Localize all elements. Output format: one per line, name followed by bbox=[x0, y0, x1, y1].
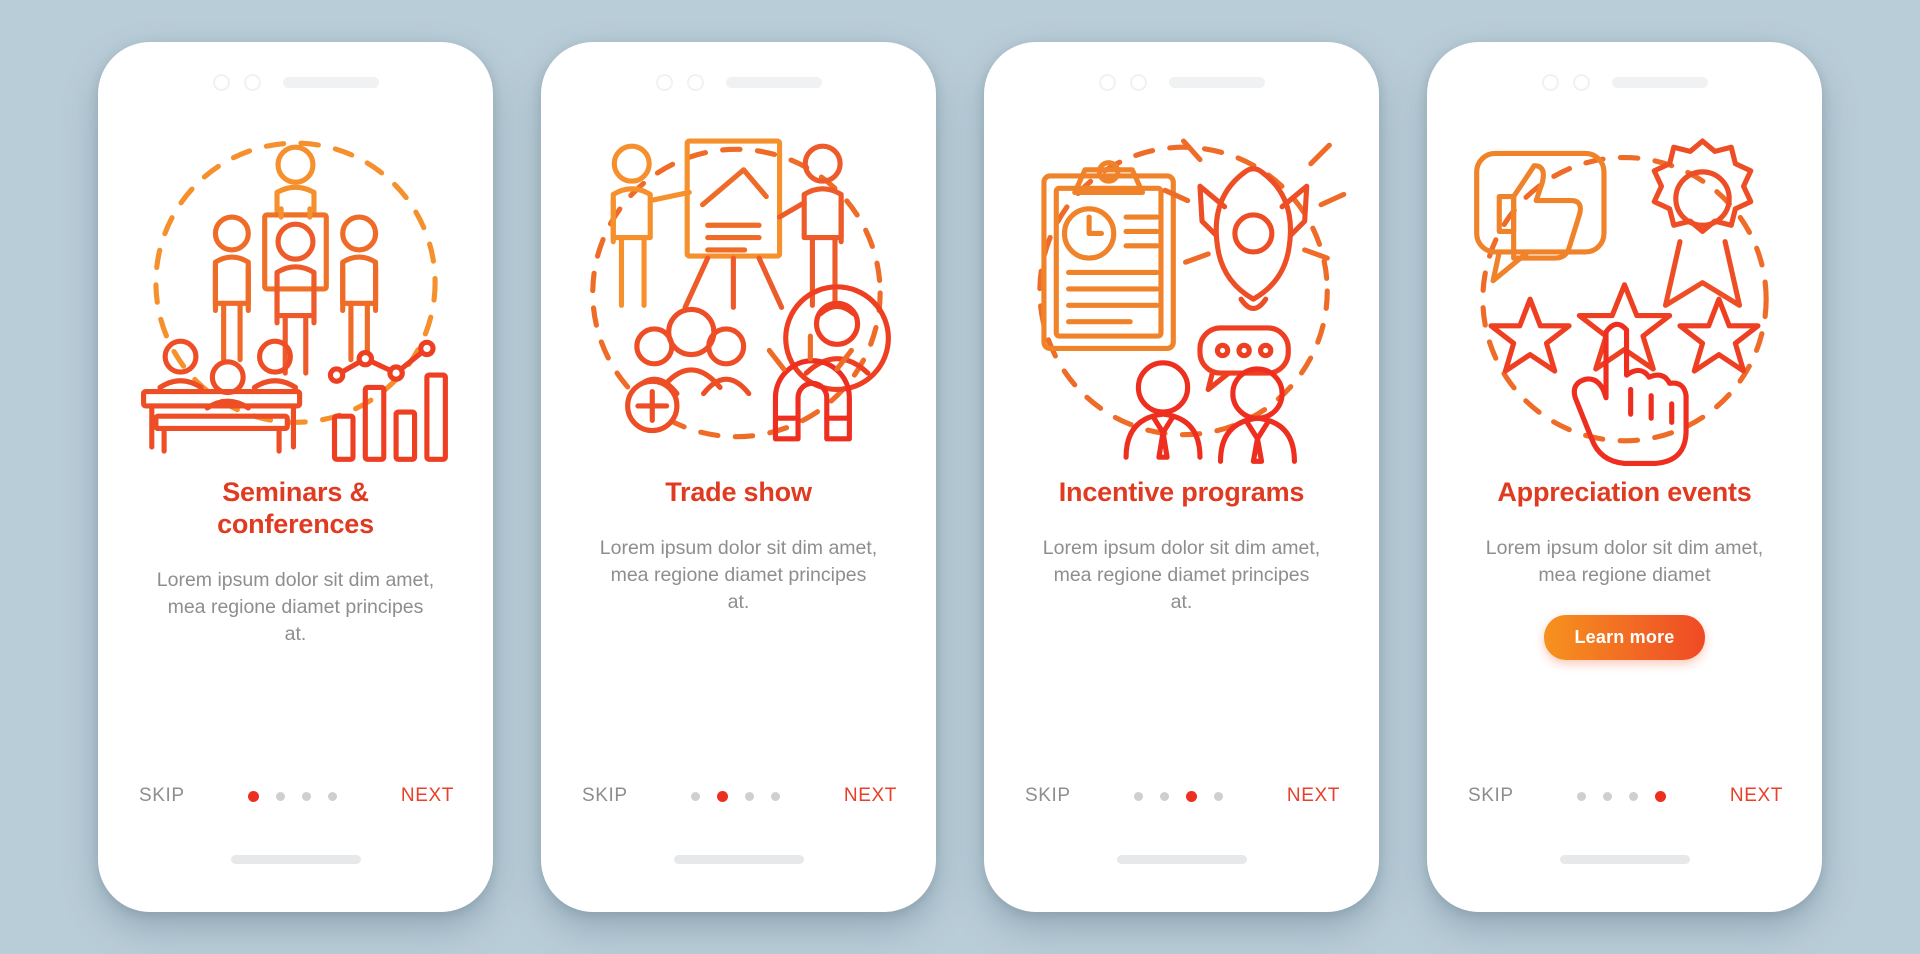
page-title: Seminars & conferences bbox=[217, 477, 374, 539]
page-description: Lorem ipsum dolor sit dim amet, mea regi… bbox=[1485, 536, 1764, 586]
onboarding-nav-seminars: SKIP NEXT bbox=[107, 737, 484, 855]
copy-block-incentive: Incentive programs Lorem ipsum dolor sit… bbox=[993, 473, 1370, 737]
camera-icon bbox=[212, 73, 230, 91]
skip-button[interactable]: SKIP bbox=[1468, 785, 1514, 807]
skip-button[interactable]: SKIP bbox=[1025, 785, 1071, 807]
phone-frame-appreciation: Appreciation events Lorem ipsum dolor si… bbox=[1427, 42, 1822, 912]
illustration-thumbsup-award-stars bbox=[1436, 113, 1813, 473]
pagination-dot-4[interactable] bbox=[328, 791, 338, 801]
pagination-dot-2[interactable] bbox=[717, 790, 729, 802]
copy-block-trade-show: Trade show Lorem ipsum dolor sit dim ame… bbox=[550, 473, 927, 737]
illustration-seminar-audience-chart bbox=[107, 113, 484, 473]
pagination-dot-1[interactable] bbox=[1577, 791, 1587, 801]
speaker-grill bbox=[1611, 76, 1708, 88]
skip-button[interactable]: SKIP bbox=[582, 785, 628, 807]
screen-trade-show: Trade show Lorem ipsum dolor sit dim ame… bbox=[550, 51, 927, 903]
page-description: Lorem ipsum dolor sit dim amet, mea regi… bbox=[1042, 536, 1321, 613]
pagination-dots bbox=[691, 790, 781, 802]
pagination-dots bbox=[1577, 790, 1667, 802]
speaker-grill bbox=[725, 76, 822, 88]
camera-icon bbox=[655, 73, 673, 91]
illustration-presentation-magnet-people bbox=[550, 113, 927, 473]
phone-notch bbox=[550, 51, 927, 113]
pagination-dot-1[interactable] bbox=[248, 790, 260, 802]
pagination-dot-2[interactable] bbox=[1603, 791, 1613, 801]
phone-frame-incentive: Incentive programs Lorem ipsum dolor sit… bbox=[984, 42, 1379, 912]
page-description: Lorem ipsum dolor sit dim amet, mea regi… bbox=[156, 568, 435, 645]
pagination-dot-4[interactable] bbox=[771, 791, 781, 801]
pagination-dot-3[interactable] bbox=[1629, 791, 1639, 801]
camera-icon bbox=[1098, 73, 1116, 91]
pagination-dot-2[interactable] bbox=[276, 791, 286, 801]
camera-icon bbox=[1541, 73, 1559, 91]
pagination-dots bbox=[248, 790, 338, 802]
sensor-icon bbox=[686, 73, 704, 91]
next-button[interactable]: NEXT bbox=[844, 785, 897, 807]
page-title: Appreciation events bbox=[1497, 477, 1752, 507]
pagination-dot-4[interactable] bbox=[1655, 790, 1667, 802]
next-button[interactable]: NEXT bbox=[401, 785, 454, 807]
speaker-grill bbox=[1168, 76, 1265, 88]
copy-block-seminars: Seminars & conferences Lorem ipsum dolor… bbox=[107, 473, 484, 737]
home-indicator-area bbox=[993, 855, 1370, 903]
pagination-dot-1[interactable] bbox=[1134, 791, 1144, 801]
pagination-dot-3[interactable] bbox=[302, 791, 312, 801]
pagination-dot-3[interactable] bbox=[745, 791, 755, 801]
learn-more-button[interactable]: Learn more bbox=[1544, 614, 1705, 660]
onboarding-nav-appreciation: SKIP NEXT bbox=[1436, 737, 1813, 855]
home-indicator-area bbox=[107, 855, 484, 903]
next-button[interactable]: NEXT bbox=[1287, 785, 1340, 807]
phone-notch bbox=[1436, 51, 1813, 113]
home-indicator[interactable] bbox=[230, 855, 361, 864]
sensor-icon bbox=[1572, 73, 1590, 91]
pagination-dot-1[interactable] bbox=[691, 791, 701, 801]
copy-block-appreciation: Appreciation events Lorem ipsum dolor si… bbox=[1436, 473, 1813, 737]
sensor-icon bbox=[243, 73, 261, 91]
phone-notch bbox=[107, 51, 484, 113]
page-title: Trade show bbox=[665, 477, 812, 507]
home-indicator[interactable] bbox=[1116, 855, 1247, 864]
home-indicator-area bbox=[550, 855, 927, 903]
home-indicator-area bbox=[1436, 855, 1813, 903]
screen-appreciation-events: Appreciation events Lorem ipsum dolor si… bbox=[1436, 51, 1813, 903]
sensor-icon bbox=[1129, 73, 1147, 91]
phone-frame-seminars: Seminars & conferences Lorem ipsum dolor… bbox=[98, 42, 493, 912]
speaker-grill bbox=[282, 76, 379, 88]
home-indicator[interactable] bbox=[1559, 855, 1690, 864]
pagination-dots bbox=[1134, 790, 1224, 802]
skip-button[interactable]: SKIP bbox=[139, 785, 185, 807]
pagination-dot-3[interactable] bbox=[1186, 790, 1198, 802]
onboarding-nav-trade-show: SKIP NEXT bbox=[550, 737, 927, 855]
onboarding-nav-incentive: SKIP NEXT bbox=[993, 737, 1370, 855]
pagination-dot-4[interactable] bbox=[1214, 791, 1224, 801]
screen-incentive-programs: Incentive programs Lorem ipsum dolor sit… bbox=[993, 51, 1370, 903]
page-description: Lorem ipsum dolor sit dim amet, mea regi… bbox=[599, 536, 878, 613]
phone-frame-trade-show: Trade show Lorem ipsum dolor sit dim ame… bbox=[541, 42, 936, 912]
page-title: Incentive programs bbox=[1058, 477, 1305, 507]
screen-seminars: Seminars & conferences Lorem ipsum dolor… bbox=[107, 51, 484, 903]
illustration-clipboard-rocket-team bbox=[993, 113, 1370, 473]
onboarding-screens-stage: Seminars & conferences Lorem ipsum dolor… bbox=[0, 0, 1920, 954]
phone-notch bbox=[993, 51, 1370, 113]
home-indicator[interactable] bbox=[673, 855, 804, 864]
next-button[interactable]: NEXT bbox=[1730, 785, 1783, 807]
pagination-dot-2[interactable] bbox=[1160, 791, 1170, 801]
